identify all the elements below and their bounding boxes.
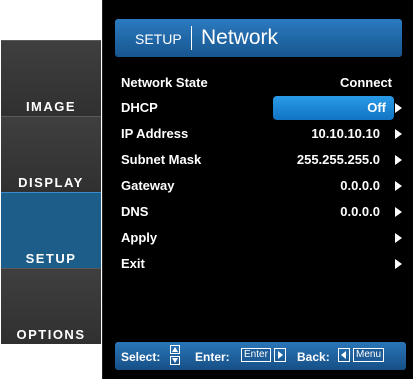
- row-label: DHCP: [121, 100, 158, 115]
- tab-image[interactable]: IMAGE: [1, 40, 101, 116]
- chevron-right-icon[interactable]: [395, 181, 402, 191]
- row-value: 10.10.10.10: [311, 126, 380, 141]
- enter-hint-label: Enter:: [195, 350, 230, 364]
- row-label: Subnet Mask: [121, 152, 202, 167]
- chevron-right-icon[interactable]: [395, 155, 402, 165]
- chevron-right-icon[interactable]: [395, 207, 402, 217]
- row-dhcp[interactable]: DHCP Off: [115, 96, 406, 120]
- select-hint-label: Select:: [121, 350, 161, 364]
- row-ip-address[interactable]: IP Address 10.10.10.10: [115, 122, 406, 146]
- up-down-icon: [170, 345, 182, 367]
- chevron-right-icon[interactable]: [395, 103, 402, 113]
- row-subnet-mask[interactable]: Subnet Mask 255.255.255.0: [115, 148, 406, 172]
- row-value: 0.0.0.0: [340, 178, 380, 193]
- row-label: Network State: [121, 75, 208, 90]
- right-arrow-key-icon: [274, 348, 286, 362]
- page-title: Network: [201, 26, 279, 49]
- row-apply[interactable]: Apply: [115, 226, 406, 250]
- chevron-right-icon[interactable]: [395, 259, 402, 269]
- row-label: Gateway: [121, 178, 175, 193]
- navigation-hint-bar: Select: Enter: Enter Back: Menu: [115, 342, 406, 370]
- row-dns[interactable]: DNS 0.0.0.0: [115, 200, 406, 224]
- row-exit[interactable]: Exit: [115, 252, 406, 276]
- tab-display[interactable]: DISPLAY: [1, 116, 101, 192]
- menu-key-icon: Menu: [353, 348, 385, 362]
- row-label: Apply: [121, 230, 158, 245]
- menu-header: SETUP Network: [115, 19, 402, 57]
- row-label: IP Address: [121, 126, 189, 141]
- category-tabs: IMAGE DISPLAY SETUP OPTIONS: [1, 40, 101, 344]
- header-divider: [191, 26, 192, 50]
- header-section-label: SETUP: [135, 31, 182, 47]
- left-arrow-key-icon: [338, 348, 350, 362]
- tab-display-label: DISPLAY: [18, 175, 84, 190]
- tab-image-label: IMAGE: [25, 99, 77, 114]
- row-gateway[interactable]: Gateway 0.0.0.0: [115, 174, 406, 198]
- row-value: 255.255.255.0: [296, 152, 380, 167]
- tab-options[interactable]: OPTIONS: [1, 268, 101, 344]
- tab-setup-label: SETUP: [25, 251, 77, 266]
- row-network-state: Network State Connect: [115, 71, 406, 95]
- selected-value-highlight[interactable]: Off: [273, 96, 394, 120]
- row-label: Exit: [121, 256, 145, 271]
- row-label: DNS: [121, 204, 149, 219]
- row-value: 0.0.0.0: [340, 204, 380, 219]
- enter-key-icon: Enter: [241, 348, 271, 362]
- chevron-right-icon[interactable]: [395, 129, 402, 139]
- tab-options-label: OPTIONS: [16, 327, 86, 342]
- row-value: Connect: [340, 75, 392, 90]
- tab-setup[interactable]: SETUP: [1, 192, 101, 268]
- menu-panel: SETUP Network Network State Connect DHCP…: [102, 0, 413, 379]
- back-hint-label: Back:: [297, 350, 330, 364]
- chevron-right-icon[interactable]: [395, 233, 402, 243]
- row-value: Off: [367, 100, 386, 115]
